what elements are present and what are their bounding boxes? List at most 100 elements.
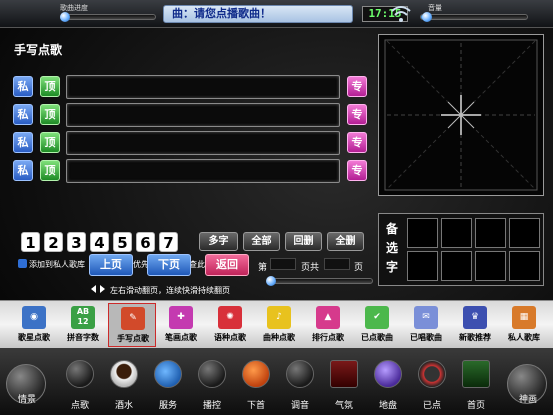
current-page-field — [270, 258, 296, 270]
flame-icon: ✺ — [218, 306, 242, 329]
mic-icon — [66, 360, 94, 388]
legend-private-text: 添加到私人歌库 — [29, 260, 85, 269]
category-ranking[interactable]: ▲ 排行点歌 — [304, 303, 352, 347]
progress-slider[interactable]: 歌曲进度 — [59, 3, 160, 23]
category-queued[interactable]: ✔ 已点歌曲 — [353, 303, 401, 347]
candidate-slot[interactable] — [509, 251, 540, 281]
category-sung[interactable]: ✉ 已唱歌曲 — [402, 303, 450, 347]
dock-label: 酒水 — [114, 401, 133, 411]
category-language[interactable]: ✺ 语种点歌 — [206, 303, 254, 347]
album-button[interactable]: 专 — [347, 160, 367, 181]
prioritize-button[interactable]: 顶 — [40, 132, 60, 153]
page-slider[interactable] — [266, 276, 373, 286]
scene-button[interactable]: 情景 — [6, 364, 46, 405]
dock-tuning[interactable]: 调音 — [278, 356, 322, 412]
prioritize-button[interactable]: 顶 — [40, 76, 60, 97]
add-private-button[interactable]: 私 — [13, 76, 33, 97]
category-new[interactable]: ♛ 新歌推荐 — [451, 303, 499, 347]
number-key-6[interactable]: 6 — [136, 232, 155, 252]
volume-slider[interactable]: 音量 — [420, 3, 530, 23]
song-row: 私 顶 专 — [13, 131, 373, 155]
add-private-button[interactable]: 私 — [13, 132, 33, 153]
category-label: 拼音字数 — [67, 333, 99, 342]
dock-label: 服务 — [158, 401, 177, 411]
page-label-end: 页 — [354, 263, 364, 273]
total-page-field — [324, 258, 350, 270]
category-singer[interactable]: ◉ 歌星点歌 — [10, 303, 58, 347]
song-slot[interactable] — [66, 103, 340, 127]
category-label: 排行点歌 — [312, 333, 344, 342]
category-label: 已点歌曲 — [361, 333, 393, 342]
number-key-1[interactable]: 1 — [21, 232, 40, 252]
category-label: 曲种点歌 — [263, 333, 295, 342]
album-button[interactable]: 专 — [347, 104, 367, 125]
volume-knob[interactable] — [422, 12, 433, 22]
album-button[interactable]: 专 — [347, 132, 367, 153]
page-slider-knob[interactable] — [266, 276, 276, 286]
dock-label: 地盘 — [378, 401, 397, 411]
shenhua-label: 神画 — [518, 395, 537, 405]
add-private-button[interactable]: 私 — [13, 104, 33, 125]
progress-knob[interactable] — [59, 12, 70, 22]
candidate-slot[interactable] — [441, 251, 472, 281]
handwriting-canvas[interactable] — [378, 34, 544, 196]
dock-label: 调音 — [290, 401, 309, 411]
dock-home[interactable]: 首页 — [454, 356, 498, 412]
show-all-button[interactable]: 全部 — [243, 232, 280, 251]
dock-label: 播控 — [202, 401, 221, 411]
scene-label: 情景 — [17, 395, 36, 405]
volume-track[interactable] — [420, 12, 528, 22]
candidate-slot[interactable] — [407, 251, 438, 281]
candidate-slot[interactable] — [475, 218, 506, 248]
dock-territory[interactable]: 地盘 — [366, 356, 410, 412]
dock-queued[interactable]: 已点 — [410, 356, 454, 412]
film-icon — [330, 360, 358, 388]
prev-page-button[interactable]: 上页 — [89, 254, 133, 276]
candidate-slot[interactable] — [509, 218, 540, 248]
song-row: 私 顶 专 — [13, 75, 373, 99]
add-private-button[interactable]: 私 — [13, 160, 33, 181]
top-bar: 歌曲进度 曲：请您点播歌曲！ 17:15 音量 — [0, 0, 553, 28]
song-slot[interactable] — [66, 159, 340, 183]
handwriting-panel: 手写点歌 私 顶 专 私 顶 专 私 顶 专 私 顶 专 1 2 3 4 5 6… — [4, 34, 376, 296]
play-icon — [242, 360, 270, 388]
candidate-slot[interactable] — [441, 218, 472, 248]
category-stroke[interactable]: ✚ 笔画点歌 — [157, 303, 205, 347]
mail-icon: ✉ — [414, 306, 438, 329]
number-key-2[interactable]: 2 — [44, 232, 63, 252]
next-page-button[interactable]: 下页 — [147, 254, 191, 276]
swipe-hint: 左右滑动翻页，连续快滑持续翻页 — [110, 286, 230, 295]
page-label-current: 第 — [258, 263, 268, 273]
category-private[interactable]: ▦ 私人歌库 — [500, 303, 548, 347]
dock-song[interactable]: 点歌 — [58, 356, 102, 412]
number-key-3[interactable]: 3 — [67, 232, 86, 252]
song-slot[interactable] — [66, 75, 340, 99]
note-icon: ♪ — [267, 306, 291, 329]
clear-all-button[interactable]: 全删 — [327, 232, 364, 251]
category-genre[interactable]: ♪ 曲种点歌 — [255, 303, 303, 347]
song-slot[interactable] — [66, 131, 340, 155]
puzzle-icon: ✚ — [169, 306, 193, 329]
album-button[interactable]: 专 — [347, 76, 367, 97]
shenhua-button[interactable]: 神画 — [507, 364, 547, 405]
number-key-4[interactable]: 4 — [90, 232, 109, 252]
category-label: 笔画点歌 — [165, 333, 197, 342]
back-button[interactable]: 返回 — [205, 254, 249, 276]
category-handwriting[interactable]: ✎ 手写点歌 — [108, 303, 156, 347]
prioritize-button[interactable]: 顶 — [40, 160, 60, 181]
prioritize-button[interactable]: 顶 — [40, 104, 60, 125]
dock-service[interactable]: 服务 — [146, 356, 190, 412]
candidate-slot[interactable] — [475, 251, 506, 281]
dock-drinks[interactable]: 酒水 — [102, 356, 146, 412]
multi-char-button[interactable]: 多字 — [199, 232, 238, 251]
candidate-slot[interactable] — [407, 218, 438, 248]
dock-playback[interactable]: 播控 — [190, 356, 234, 412]
number-key-7[interactable]: 7 — [159, 232, 178, 252]
progress-track[interactable] — [59, 12, 156, 22]
number-key-5[interactable]: 5 — [113, 232, 132, 252]
backspace-button[interactable]: 回删 — [285, 232, 322, 251]
dock-atmosphere[interactable]: 气氛 — [322, 356, 366, 412]
category-pinyin[interactable]: AB 12 拼音字数 — [59, 303, 107, 347]
check-icon: ✔ — [365, 306, 389, 329]
dock-next[interactable]: 下首 — [234, 356, 278, 412]
